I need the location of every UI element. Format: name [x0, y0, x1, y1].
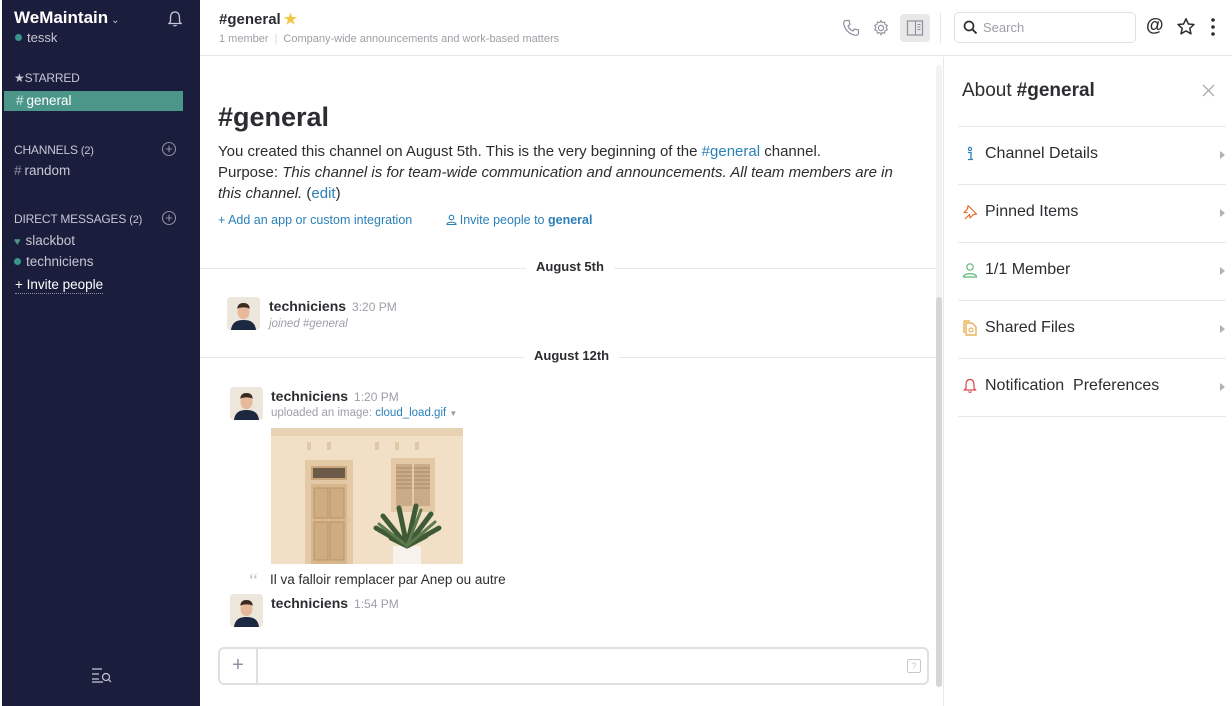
sidebar-panel-icon: [906, 20, 924, 36]
info-icon: [967, 146, 973, 161]
sidebar: WeMaintain ⌄ tessk ★STARRED # general CHAN…: [2, 0, 200, 706]
channel-intro-title: #general: [218, 102, 330, 132]
bell-icon: [963, 378, 977, 393]
team-name: WeMaintain: [14, 8, 109, 27]
pinned-items-item[interactable]: Pinned Items: [958, 184, 1226, 242]
chevron-right-icon: [1220, 383, 1225, 391]
chevron-right-icon: [1220, 267, 1225, 275]
star-icon[interactable]: ★: [284, 11, 297, 28]
phone-icon[interactable]: [841, 18, 861, 38]
channel-meta: 1 member | Company-wide announcements and …: [219, 33, 560, 45]
gear-icon[interactable]: [871, 18, 891, 38]
chevron-right-icon: [1220, 325, 1225, 333]
formatting-help-icon[interactable]: ?: [907, 659, 921, 673]
message-pane: #general You created this channel on Aug…: [200, 57, 942, 706]
message-timestamp[interactable]: 3:20 PM: [352, 300, 397, 314]
panel-title: About #general: [962, 80, 1095, 101]
mentions-button[interactable]: @: [1146, 15, 1164, 36]
channel-details-panel: About #general Channel Details Pinned Ite…: [943, 57, 1232, 706]
avatar[interactable]: [227, 297, 260, 330]
close-icon[interactable]: [1202, 84, 1215, 97]
shared-files-item[interactable]: Shared Files: [958, 300, 1226, 358]
notification-preferences-item[interactable]: Notification Preferences: [958, 358, 1226, 416]
notifications-bell-icon[interactable]: [166, 10, 184, 28]
door-photo: [271, 428, 463, 564]
message-author[interactable]: techniciens 3:20 PM: [269, 298, 397, 314]
search-icon: [963, 20, 978, 35]
day-divider: August 12th: [524, 348, 620, 363]
add-channel-icon[interactable]: [161, 141, 177, 157]
uploaded-image[interactable]: [271, 428, 463, 564]
message-timestamp[interactable]: 1:20 PM: [354, 390, 399, 404]
intro-actions: + Add an app or custom integration Invit…: [218, 213, 592, 227]
details-panel-toggle[interactable]: [900, 14, 930, 42]
message-timestamp[interactable]: 1:54 PM: [354, 597, 399, 611]
edit-purpose-link[interactable]: edit: [311, 185, 335, 202]
chevron-right-icon: [1220, 151, 1225, 159]
quick-switcher-icon[interactable]: [91, 666, 113, 684]
upload-caption: uploaded an image: cloud_load.gif ▼: [271, 407, 458, 419]
message-author[interactable]: techniciens 1:20 PM: [271, 388, 399, 404]
scrollbar[interactable]: [936, 297, 942, 687]
presence-dot-icon: [15, 34, 22, 41]
sidebar-item-general[interactable]: # general: [4, 91, 183, 111]
hash-icon: #: [14, 163, 22, 178]
day-divider: August 5th: [526, 259, 614, 274]
message-input[interactable]: [266, 657, 856, 673]
team-menu[interactable]: WeMaintain ⌄: [14, 8, 120, 28]
channels-header[interactable]: CHANNELS (2): [14, 143, 94, 157]
message-text: joined #general: [269, 318, 348, 330]
files-icon: [963, 320, 977, 336]
direct-messages-header[interactable]: DIRECT MESSAGES (2): [14, 212, 142, 226]
quote-icon: “: [249, 570, 258, 592]
channel-link[interactable]: #general: [702, 143, 760, 160]
channel-intro-text: You created this channel on August 5th. …: [218, 143, 893, 202]
invite-people-link[interactable]: + Invite people: [15, 277, 104, 294]
person-avatar-icon: [227, 297, 260, 330]
members-item[interactable]: 1/1 Member: [958, 242, 1226, 300]
channel-header: #general ★ 1 member | Company-wide announce…: [200, 0, 1232, 56]
presence-dot-icon: [14, 258, 21, 265]
search-input[interactable]: [983, 20, 1123, 35]
member-icon: [962, 263, 978, 278]
add-dm-icon[interactable]: [161, 210, 177, 226]
user-icon: [446, 214, 457, 225]
starred-items-icon[interactable]: [1176, 17, 1196, 37]
avatar[interactable]: [230, 387, 263, 420]
add-app-link[interactable]: + Add an app or custom integration: [218, 213, 412, 227]
starred-header: ★STARRED: [14, 71, 80, 85]
member-count[interactable]: 1 member: [219, 33, 269, 45]
channel-details-item[interactable]: Channel Details: [958, 126, 1226, 184]
channel-topic[interactable]: Company-wide announcements and work-base…: [283, 33, 559, 45]
hash-icon: #: [16, 93, 24, 108]
star-icon: ★: [14, 71, 25, 85]
person-avatar-icon: [230, 594, 263, 627]
file-link[interactable]: cloud_load.gif: [375, 407, 446, 419]
chevron-right-icon: [1220, 209, 1225, 217]
caret-down-icon[interactable]: ▼: [449, 409, 457, 418]
file-comment: Il va falloir remplacer par Anep ou autr…: [270, 572, 506, 587]
avatar[interactable]: [230, 594, 263, 627]
message-composer: + ?: [218, 647, 929, 685]
sidebar-item-techniciens[interactable]: techniciens: [14, 254, 94, 269]
person-avatar-icon: [230, 387, 263, 420]
attach-button[interactable]: +: [220, 649, 258, 683]
more-options-icon[interactable]: [1208, 16, 1218, 38]
sidebar-item-random[interactable]: # random: [14, 163, 70, 178]
sidebar-item-slackbot[interactable]: ♥ slackbot: [14, 233, 75, 248]
pin-icon: [963, 205, 978, 220]
message-author[interactable]: techniciens 1:54 PM: [271, 595, 399, 611]
search-box[interactable]: [954, 12, 1136, 43]
chevron-down-icon: ⌄: [111, 15, 120, 26]
invite-people-to-channel-link[interactable]: Invite people to general: [446, 213, 592, 227]
channel-title[interactable]: #general ★: [219, 10, 297, 28]
current-user[interactable]: tessk: [15, 30, 57, 45]
heart-icon: ♥: [14, 236, 21, 248]
